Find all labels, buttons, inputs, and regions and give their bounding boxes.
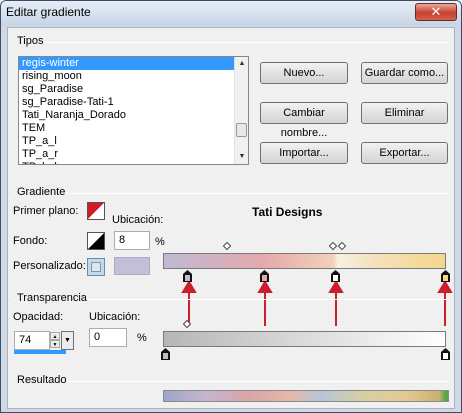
- close-button[interactable]: ✕: [415, 3, 457, 21]
- opacity-level-bar: [14, 350, 66, 354]
- gradient-list-item[interactable]: TP_a_l: [19, 135, 248, 148]
- new-button[interactable]: Nuevo...: [260, 62, 348, 84]
- scroll-down-icon[interactable]: ▼: [235, 150, 248, 164]
- resultado-group-label: Resultado: [16, 374, 68, 386]
- delete-button[interactable]: Eliminar: [361, 102, 448, 124]
- gradiente-divider: [14, 193, 448, 194]
- trans-location-label: Ubicación:: [89, 311, 141, 323]
- spin-down-icon[interactable]: ▼: [50, 340, 60, 348]
- gradient-midpoint-marker[interactable]: [222, 241, 232, 251]
- tipos-group-label: Tipos: [16, 35, 45, 47]
- list-scrollbar[interactable]: ▲ ▼: [234, 57, 248, 164]
- gradient-list-item[interactable]: TEM: [19, 122, 248, 135]
- window-title: Editar gradiente: [6, 5, 91, 19]
- foreground-swatch-button[interactable]: [87, 202, 105, 220]
- gradient-list-item[interactable]: Tati_Naranja_Dorado: [19, 109, 248, 122]
- gradient-midpoint-marker[interactable]: [337, 241, 347, 251]
- location-label: Ubicación:: [112, 214, 164, 226]
- title-bar[interactable]: Editar gradiente ✕: [1, 1, 461, 25]
- annotation-arrows: [181, 282, 453, 326]
- chevron-down-icon: ▼: [64, 337, 71, 344]
- background-swatch-icon: [88, 233, 104, 249]
- custom-label: Personalizado:: [13, 260, 86, 272]
- dialog-window: Editar gradiente ✕ Tipos regis-winter ris…: [0, 0, 462, 413]
- gradient-list-item[interactable]: sg_Paradise-Tati-1: [19, 96, 248, 109]
- tipos-divider: [14, 42, 448, 43]
- gradient-location-percent: %: [155, 236, 165, 248]
- gradient-location-input[interactable]: 8: [114, 231, 150, 250]
- transparency-location-input[interactable]: 0: [89, 328, 127, 347]
- color-stop-marker[interactable]: [441, 270, 450, 282]
- transparency-preview-bar[interactable]: [163, 331, 446, 347]
- background-label: Fondo:: [13, 235, 48, 247]
- color-stop-marker[interactable]: [331, 270, 340, 282]
- gradient-midpoint-marker[interactable]: [328, 241, 338, 251]
- transparency-stop-marker[interactable]: [161, 348, 170, 360]
- dialog-client-area: Tipos regis-winter rising_moon sg_Paradise…: [7, 27, 455, 409]
- gradient-list-item[interactable]: sg_Paradise: [19, 83, 248, 96]
- scroll-thumb[interactable]: [236, 123, 247, 137]
- gradient-list-items: regis-winter rising_moon sg_Paradise sg_Par…: [19, 57, 248, 164]
- color-stop-marker[interactable]: [183, 270, 192, 282]
- gradient-list[interactable]: regis-winter rising_moon sg_Paradise sg_Par…: [18, 56, 249, 165]
- gradient-preview-bar[interactable]: [163, 253, 446, 269]
- result-preview-bar: [163, 390, 449, 402]
- background-swatch-button[interactable]: [87, 232, 105, 250]
- gradiente-group-label: Gradiente: [16, 186, 67, 198]
- spin-up-icon[interactable]: ▲: [50, 332, 60, 340]
- transparency-stop-marker[interactable]: [441, 348, 450, 360]
- rename-button[interactable]: Cambiar nombre...: [260, 102, 348, 139]
- transparencia-group-label: Transparencia: [16, 292, 88, 304]
- gradient-name: Tati Designs: [252, 205, 323, 219]
- gradient-list-item[interactable]: rising_moon: [19, 70, 248, 83]
- resultado-divider: [14, 381, 448, 382]
- close-icon: ✕: [430, 4, 442, 19]
- opacity-dropdown-button[interactable]: ▼: [61, 331, 74, 350]
- import-button[interactable]: Importar...: [260, 142, 348, 164]
- custom-color-preview: [114, 257, 150, 275]
- gradient-list-item[interactable]: TP_a_r: [19, 148, 248, 161]
- export-button[interactable]: Exportar...: [361, 142, 448, 164]
- opacity-spinner[interactable]: ▲ ▼: [50, 332, 60, 349]
- opacity-label: Opacidad:: [13, 311, 64, 323]
- color-stop-marker[interactable]: [260, 270, 269, 282]
- gradient-list-item[interactable]: regis-winter: [19, 57, 248, 70]
- transparency-location-percent: %: [137, 332, 147, 344]
- custom-swatch-button[interactable]: [87, 258, 105, 276]
- foreground-label: Primer plano:: [13, 205, 79, 217]
- scroll-up-icon[interactable]: ▲: [235, 57, 248, 71]
- opacity-input[interactable]: 74: [14, 331, 50, 350]
- save-as-button[interactable]: Guardar como...: [361, 62, 448, 84]
- custom-swatch-fill: [91, 262, 101, 272]
- foreground-swatch-icon: [88, 203, 104, 219]
- gradient-list-item[interactable]: TP_b_l: [19, 161, 248, 164]
